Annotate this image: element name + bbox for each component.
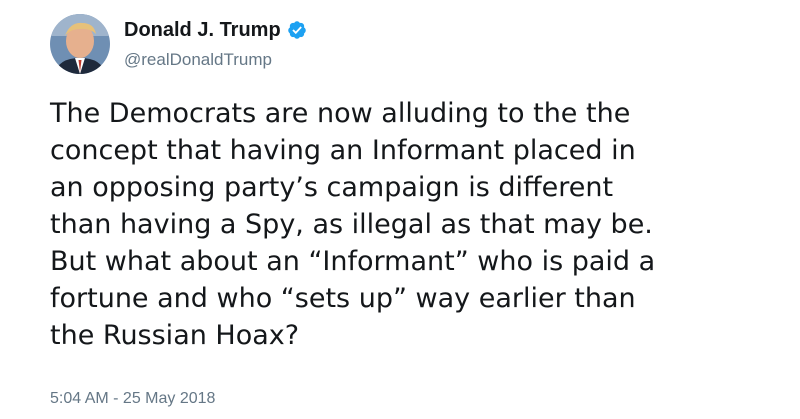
tweet-text-line: an opposing party’s campaign is differen… xyxy=(50,172,614,203)
avatar-photo-icon xyxy=(50,14,110,74)
author-name-row[interactable]: Donald J. Trump xyxy=(124,17,307,43)
tweet-text-line: than having a Spy, as illegal as that ma… xyxy=(50,209,653,240)
tweet-text-line: fortune and who “sets up” way earlier th… xyxy=(50,283,636,314)
author-display-name[interactable]: Donald J. Trump xyxy=(124,17,281,43)
tweet-timestamp[interactable]: 5:04 AM - 25 May 2018 xyxy=(50,388,215,410)
author-handle[interactable]: @realDonaldTrump xyxy=(124,49,272,71)
tweet-text-line: But what about an “Informant” who is pai… xyxy=(50,246,656,277)
tweet-text: The Democrats are now alluding to the th… xyxy=(50,95,770,354)
tweet-text-line: The Democrats are now alluding to the th… xyxy=(50,98,631,129)
tweet-card: Donald J. Trump @realDonaldTrump The Dem… xyxy=(0,0,800,419)
verified-badge-icon xyxy=(287,20,307,40)
tweet-text-line: concept that having an Informant placed … xyxy=(50,135,636,166)
tweet-text-line: the Russian Hoax? xyxy=(50,320,300,351)
author-avatar[interactable] xyxy=(50,14,110,74)
